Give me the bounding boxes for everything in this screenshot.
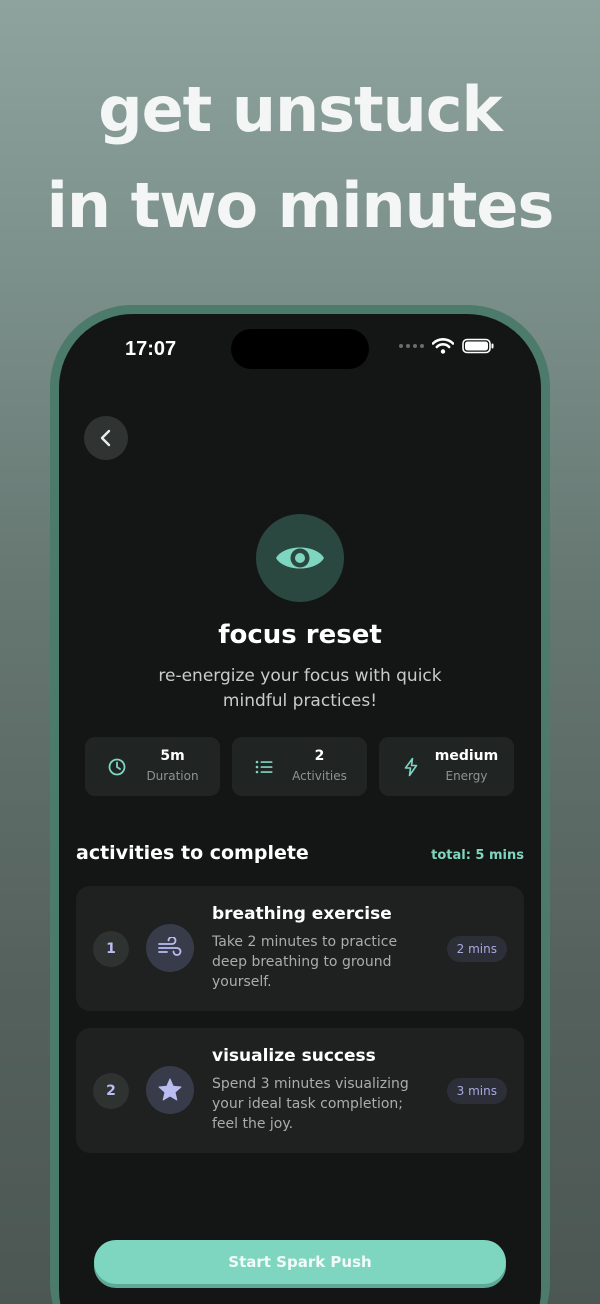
status-icons	[399, 338, 494, 354]
stat-activities: 2 Activities	[232, 737, 367, 796]
stat-value: 5m	[160, 748, 185, 764]
activity-description: Spend 3 minutes visualizing your ideal t…	[212, 1076, 409, 1132]
hero-icon-circle	[256, 514, 344, 602]
promo-line-2: in two minutes	[46, 169, 555, 242]
phone-screen: 17:07 focus reset re-energize your focus…	[59, 314, 541, 1304]
page-title: focus reset	[218, 620, 382, 650]
activity-title: visualize success	[212, 1046, 376, 1066]
stat-label: Energy	[445, 769, 488, 783]
total-duration: total: 5 mins	[431, 848, 524, 863]
start-button[interactable]: Start Spark Push	[94, 1240, 506, 1284]
activity-duration-badge: 2 mins	[446, 936, 507, 962]
list-icon	[255, 760, 273, 774]
promo-headline: get unstuck in two minutes	[0, 62, 600, 254]
battery-icon	[462, 338, 494, 354]
page-subtitle: re-energize your focus with quick mindfu…	[158, 666, 442, 711]
activity-icon-circle	[146, 924, 194, 972]
back-button[interactable]	[84, 416, 128, 460]
stat-label: Duration	[146, 769, 199, 783]
promo-line-1: get unstuck	[98, 73, 503, 146]
status-time: 17:07	[125, 338, 177, 360]
bolt-icon	[404, 757, 418, 777]
activity-icon-circle	[146, 1066, 194, 1114]
stat-value: 2	[314, 748, 325, 764]
activity-card[interactable]: 1 breathing exercise Take 2 minutes to p…	[76, 886, 524, 1011]
stat-value: medium	[434, 748, 499, 764]
wifi-icon	[432, 338, 454, 354]
activity-duration-badge: 3 mins	[446, 1078, 507, 1104]
stats-row: 5m Duration 2 Activities medium Energy	[85, 737, 514, 796]
activity-number: 2	[93, 1073, 129, 1109]
activity-number: 1	[93, 931, 129, 967]
activity-title: breathing exercise	[212, 904, 392, 924]
activity-card[interactable]: 2 visualize success Spend 3 minutes visu…	[76, 1028, 524, 1153]
stat-label: Activities	[292, 769, 347, 783]
chevron-left-icon	[100, 429, 111, 447]
stat-duration: 5m Duration	[85, 737, 220, 796]
activity-description: Take 2 minutes to practice deep breathin…	[212, 934, 398, 990]
section-title: activities to complete	[76, 842, 309, 864]
wind-icon	[158, 937, 182, 956]
stat-energy: medium Energy	[379, 737, 514, 796]
activities-header: activities to complete total: 5 mins	[76, 842, 524, 864]
dynamic-island	[231, 329, 369, 369]
star-icon	[158, 1078, 182, 1101]
eye-icon	[276, 547, 324, 569]
signal-icon	[399, 344, 424, 348]
clock-icon	[108, 758, 126, 776]
